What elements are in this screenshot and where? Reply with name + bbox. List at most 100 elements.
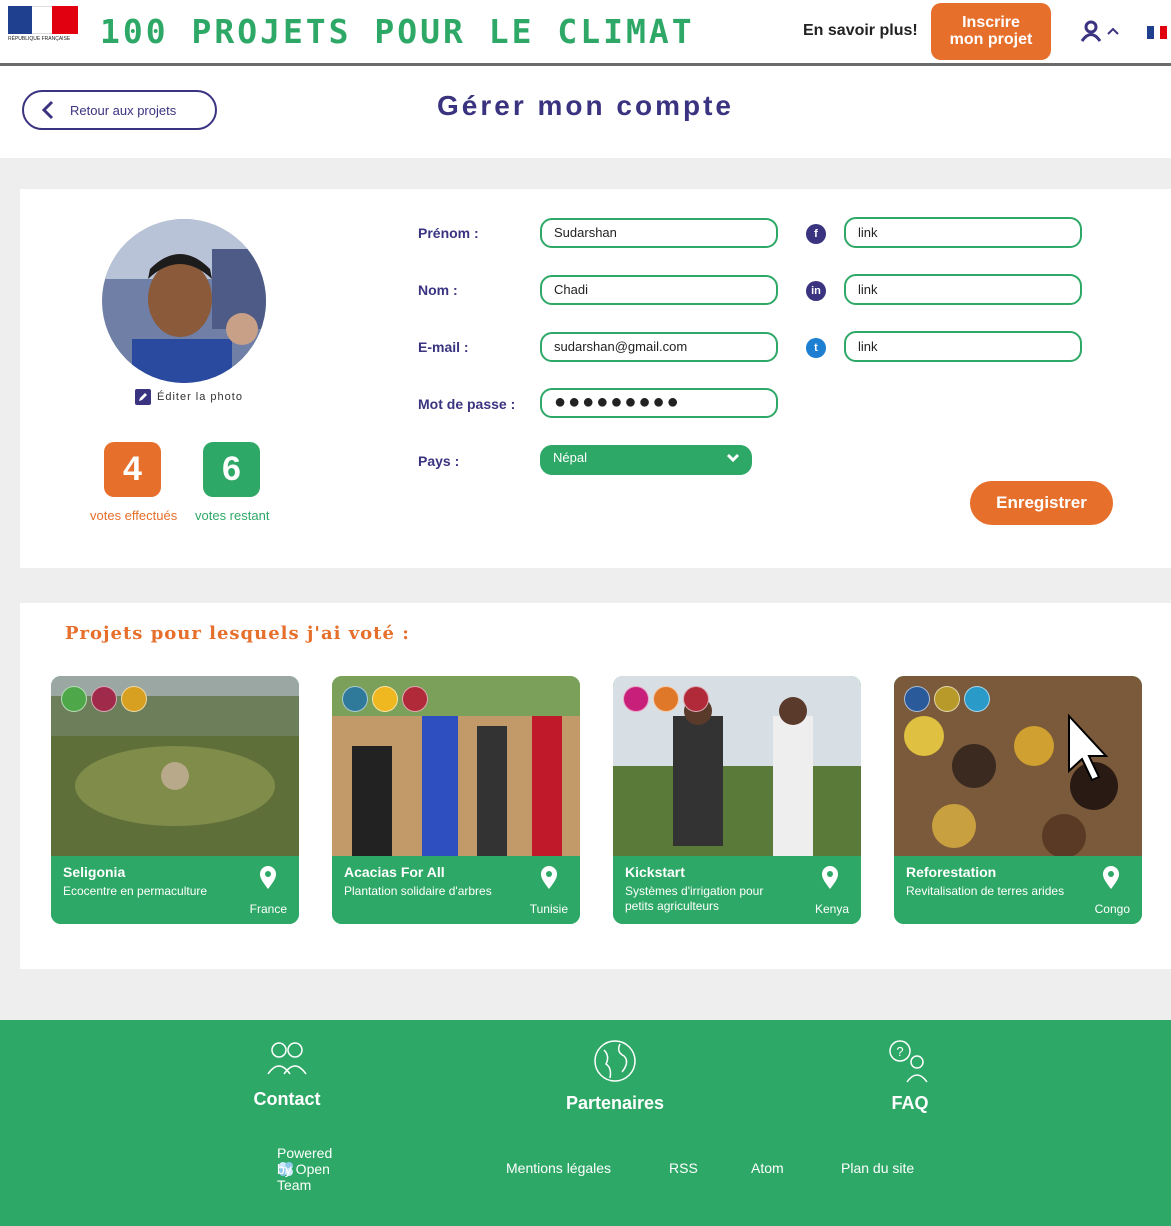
- project-info: Kickstart Systèmes d'irrigation pour pet…: [613, 856, 861, 924]
- votes-left-label: votes restant: [195, 508, 270, 523]
- register-line-1: Inscrire: [962, 14, 1020, 31]
- project-info: Reforestation Revitalisation de terres a…: [894, 856, 1142, 924]
- save-button[interactable]: Enregistrer: [970, 481, 1113, 525]
- project-country: France: [249, 902, 287, 916]
- twitter-field[interactable]: link: [844, 331, 1082, 362]
- account-card: Éditer la photo 4 6 votes effectués vote…: [20, 189, 1171, 568]
- faq-link[interactable]: ? FAQ: [880, 1038, 940, 1114]
- category-icon: [964, 686, 990, 712]
- faq-label: FAQ: [891, 1093, 929, 1113]
- project-country: Tunisie: [529, 902, 568, 916]
- category-icon: [91, 686, 117, 712]
- register-line-2: mon projet: [949, 31, 1033, 48]
- location-pin-icon: [260, 866, 276, 889]
- project-description: Ecocentre en permaculture: [63, 884, 208, 898]
- marianne-flag-icon: [8, 6, 78, 34]
- atom-link[interactable]: Atom: [751, 1160, 784, 1176]
- votes-done-label: votes effectués: [90, 508, 178, 523]
- password-field[interactable]: ●●●●●●●●●: [540, 388, 778, 418]
- category-icon: [623, 686, 649, 712]
- project-info: Seligonia Ecocentre en permaculture Fran…: [51, 856, 299, 924]
- site-title[interactable]: 100 PROJETS POUR LE CLIMAT: [100, 12, 695, 51]
- pays-select[interactable]: Népal: [540, 445, 752, 475]
- site-footer: Contact Partenaires ? FAQ Powered by Ope…: [0, 1020, 1171, 1226]
- category-badges: [904, 686, 990, 712]
- voted-projects-title: Projets pour lesquels j'ai voté :: [65, 623, 410, 644]
- category-icon: [402, 686, 428, 712]
- republique-francaise-logo[interactable]: RÉPUBLIQUE FRANÇAISE: [8, 6, 78, 60]
- pays-value: Népal: [553, 450, 587, 465]
- contact-icon: [267, 1042, 307, 1075]
- contact-label: Contact: [253, 1089, 321, 1109]
- powered-by-link[interactable]: Powered by Open Team: [277, 1145, 332, 1193]
- chevron-up-icon: [1107, 27, 1119, 35]
- category-icon: [342, 686, 368, 712]
- category-badges: [623, 686, 709, 712]
- project-description: Revitalisation de terres arides: [906, 884, 1065, 898]
- legal-link[interactable]: Mentions légales: [506, 1160, 611, 1176]
- location-pin-icon: [1103, 866, 1119, 889]
- avatar[interactable]: [102, 219, 266, 383]
- project-name: Seligonia: [63, 864, 126, 880]
- project-description: Systèmes d'irrigation pour petits agricu…: [625, 884, 764, 913]
- partners-link[interactable]: Partenaires: [558, 1038, 672, 1114]
- edit-photo-link[interactable]: Éditer la photo: [135, 389, 243, 405]
- category-icon: [653, 686, 679, 712]
- location-pin-icon: [541, 866, 557, 889]
- project-card[interactable]: Acacias For All Plantation solidaire d'a…: [332, 676, 580, 924]
- category-icon: [61, 686, 87, 712]
- contact-link[interactable]: Contact: [250, 1038, 324, 1110]
- learn-more-link[interactable]: En savoir plus!: [803, 22, 918, 40]
- avatar-photo: [102, 219, 266, 383]
- user-menu[interactable]: [1080, 20, 1119, 42]
- project-name: Acacias For All: [344, 864, 445, 880]
- voted-projects-section: Projets pour lesquels j'ai voté : Seligo…: [20, 603, 1171, 969]
- project-card[interactable]: Reforestation Revitalisation de terres a…: [894, 676, 1142, 924]
- chevron-left-icon: [41, 100, 54, 120]
- category-badges: [61, 686, 147, 712]
- faq-icon: ?: [889, 1040, 928, 1083]
- category-badges: [342, 686, 428, 712]
- nom-label: Nom :: [418, 282, 458, 298]
- prenom-label: Prénom :: [418, 225, 479, 241]
- password-label: Mot de passe :: [418, 396, 516, 412]
- linkedin-icon: in: [806, 281, 826, 301]
- votes-left-count: 6: [203, 442, 260, 497]
- category-icon: [121, 686, 147, 712]
- project-country: Congo: [1094, 902, 1130, 916]
- partners-label: Partenaires: [565, 1093, 665, 1113]
- svg-text:?: ?: [896, 1044, 903, 1059]
- email-label: E-mail :: [418, 339, 469, 355]
- globe-icon: [594, 1040, 636, 1082]
- project-info: Acacias For All Plantation solidaire d'a…: [332, 856, 580, 924]
- nom-field[interactable]: Chadi: [540, 275, 778, 305]
- rss-link[interactable]: RSS: [669, 1160, 698, 1176]
- facebook-field[interactable]: link: [844, 217, 1082, 248]
- category-icon: [934, 686, 960, 712]
- back-label: Retour aux projets: [70, 102, 177, 118]
- user-icon: [1080, 20, 1102, 42]
- email-field[interactable]: sudarshan@gmail.com: [540, 332, 778, 362]
- french-flag-icon[interactable]: [1147, 26, 1168, 39]
- category-icon: [904, 686, 930, 712]
- sitemap-link[interactable]: Plan du site: [841, 1160, 914, 1176]
- project-description: Plantation solidaire d'arbres: [344, 884, 492, 898]
- register-project-button[interactable]: Inscrire mon projet: [931, 3, 1051, 60]
- edit-photo-label: Éditer la photo: [157, 391, 243, 403]
- site-header: RÉPUBLIQUE FRANÇAISE 100 PROJETS POUR LE…: [0, 0, 1171, 66]
- prenom-field[interactable]: Sudarshan: [540, 218, 778, 248]
- powered-by-label: Powered by Open Team: [277, 1145, 333, 1193]
- category-icon: [372, 686, 398, 712]
- project-name: Reforestation: [906, 864, 997, 880]
- location-pin-icon: [822, 866, 838, 889]
- project-card[interactable]: Kickstart Systèmes d'irrigation pour pet…: [613, 676, 861, 924]
- facebook-icon: f: [806, 224, 826, 244]
- project-card[interactable]: Seligonia Ecocentre en permaculture Fran…: [51, 676, 299, 924]
- back-to-projects-button[interactable]: Retour aux projets: [22, 90, 217, 130]
- pencil-icon: [135, 389, 151, 405]
- pays-label: Pays :: [418, 453, 460, 469]
- chevron-down-icon: [726, 453, 740, 463]
- project-name: Kickstart: [625, 864, 685, 880]
- project-country: Kenya: [814, 902, 849, 916]
- linkedin-field[interactable]: link: [844, 274, 1082, 305]
